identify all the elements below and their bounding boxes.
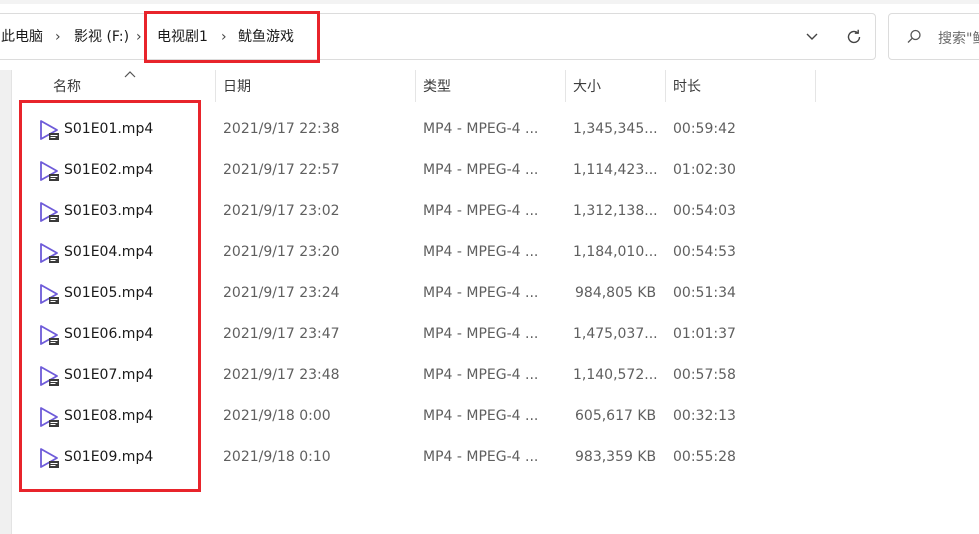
file-duration: 00:57:58 (673, 367, 736, 383)
breadcrumb-current-folder[interactable]: 鱿鱼游戏 (238, 14, 294, 61)
file-date: 2021/9/18 0:10 (223, 449, 331, 465)
search-input[interactable]: 搜索"鱿 (938, 28, 979, 48)
video-file-icon (40, 366, 59, 386)
search-icon (907, 29, 921, 43)
file-size: 983,359 KB (575, 449, 657, 465)
file-row[interactable]: S01E04.mp4 2021/9/17 23:20 MP4 - MPEG-4 … (0, 232, 979, 273)
file-duration: 00:59:42 (673, 121, 736, 137)
window-top-strip (0, 0, 979, 4)
column-divider[interactable] (815, 70, 816, 102)
file-type: MP4 - MPEG-4 ... (423, 285, 539, 301)
column-header-duration[interactable]: 时长 (665, 70, 815, 104)
file-date: 2021/9/17 22:38 (223, 121, 340, 137)
file-date: 2021/9/17 23:48 (223, 367, 340, 383)
file-name[interactable]: S01E03.mp4 (64, 191, 153, 232)
file-date: 2021/9/17 22:57 (223, 162, 340, 178)
video-file-icon (40, 243, 59, 263)
file-date: 2021/9/17 23:24 (223, 285, 340, 301)
video-file-icon (40, 120, 59, 140)
file-name[interactable]: S01E02.mp4 (64, 150, 153, 191)
file-name[interactable]: S01E08.mp4 (64, 396, 153, 437)
column-header-name[interactable]: 名称 (45, 70, 215, 104)
file-type: MP4 - MPEG-4 ... (423, 408, 539, 424)
file-duration: 00:32:13 (673, 408, 736, 424)
file-size: 605,617 KB (575, 408, 657, 424)
file-date: 2021/9/17 23:20 (223, 244, 340, 260)
file-duration: 00:51:34 (673, 285, 736, 301)
file-name[interactable]: S01E01.mp4 (64, 109, 153, 150)
chevron-down-icon[interactable] (805, 30, 819, 44)
file-date: 2021/9/17 23:02 (223, 203, 340, 219)
file-name[interactable]: S01E04.mp4 (64, 232, 153, 273)
video-file-icon (40, 407, 59, 427)
file-type: MP4 - MPEG-4 ... (423, 203, 539, 219)
file-type: MP4 - MPEG-4 ... (423, 244, 539, 260)
breadcrumb-folder[interactable]: 电视剧1 (157, 14, 208, 61)
file-name[interactable]: S01E09.mp4 (64, 437, 153, 478)
file-row[interactable]: S01E02.mp4 2021/9/17 22:57 MP4 - MPEG-4 … (0, 150, 979, 191)
file-duration: 01:02:30 (673, 162, 736, 178)
file-type: MP4 - MPEG-4 ... (423, 326, 539, 342)
breadcrumb-separator: › (221, 29, 227, 45)
column-header-date[interactable]: 日期 (215, 70, 415, 104)
file-type: MP4 - MPEG-4 ... (423, 449, 539, 465)
file-row[interactable]: S01E06.mp4 2021/9/17 23:47 MP4 - MPEG-4 … (0, 314, 979, 355)
file-row[interactable]: S01E01.mp4 2021/9/17 22:38 MP4 - MPEG-4 … (0, 109, 979, 150)
file-size: 1,114,423... (573, 162, 658, 178)
refresh-icon[interactable] (845, 28, 863, 46)
file-row[interactable]: S01E03.mp4 2021/9/17 23:02 MP4 - MPEG-4 … (0, 191, 979, 232)
breadcrumb-separator: › (136, 29, 142, 45)
breadcrumb-this-pc[interactable]: 此电脑 (1, 14, 43, 61)
file-type: MP4 - MPEG-4 ... (423, 121, 539, 137)
file-name[interactable]: S01E07.mp4 (64, 355, 153, 396)
file-size: 984,805 KB (575, 285, 657, 301)
address-bar[interactable]: 此电脑 › 影视 (F:) › 电视剧1 › 鱿鱼游戏 (0, 13, 876, 60)
column-header-size[interactable]: 大小 (565, 70, 665, 104)
file-duration: 00:54:03 (673, 203, 736, 219)
file-type: MP4 - MPEG-4 ... (423, 162, 539, 178)
file-row[interactable]: S01E09.mp4 2021/9/18 0:10 MP4 - MPEG-4 .… (0, 437, 979, 478)
video-file-icon (40, 161, 59, 181)
file-size: 1,140,572... (573, 367, 658, 383)
video-file-icon (40, 202, 59, 222)
file-name[interactable]: S01E05.mp4 (64, 273, 153, 314)
video-file-icon (40, 325, 59, 345)
file-size: 1,345,345... (573, 121, 658, 137)
file-row[interactable]: S01E07.mp4 2021/9/17 23:48 MP4 - MPEG-4 … (0, 355, 979, 396)
file-row[interactable]: S01E05.mp4 2021/9/17 23:24 MP4 - MPEG-4 … (0, 273, 979, 314)
file-name[interactable]: S01E06.mp4 (64, 314, 153, 355)
file-duration: 00:54:53 (673, 244, 736, 260)
file-size: 1,475,037... (573, 326, 658, 342)
file-row[interactable]: S01E08.mp4 2021/9/18 0:00 MP4 - MPEG-4 .… (0, 396, 979, 437)
file-size: 1,312,138... (573, 203, 658, 219)
file-date: 2021/9/18 0:00 (223, 408, 331, 424)
breadcrumb-drive[interactable]: 影视 (F:) (74, 14, 129, 61)
file-duration: 00:55:28 (673, 449, 736, 465)
video-file-icon (40, 284, 59, 304)
file-size: 1,184,010... (573, 244, 658, 260)
video-file-icon (40, 448, 59, 468)
file-date: 2021/9/17 23:47 (223, 326, 340, 342)
column-header-type[interactable]: 类型 (415, 70, 565, 104)
file-duration: 01:01:37 (673, 326, 736, 342)
file-type: MP4 - MPEG-4 ... (423, 367, 539, 383)
breadcrumb-separator: › (55, 29, 61, 45)
